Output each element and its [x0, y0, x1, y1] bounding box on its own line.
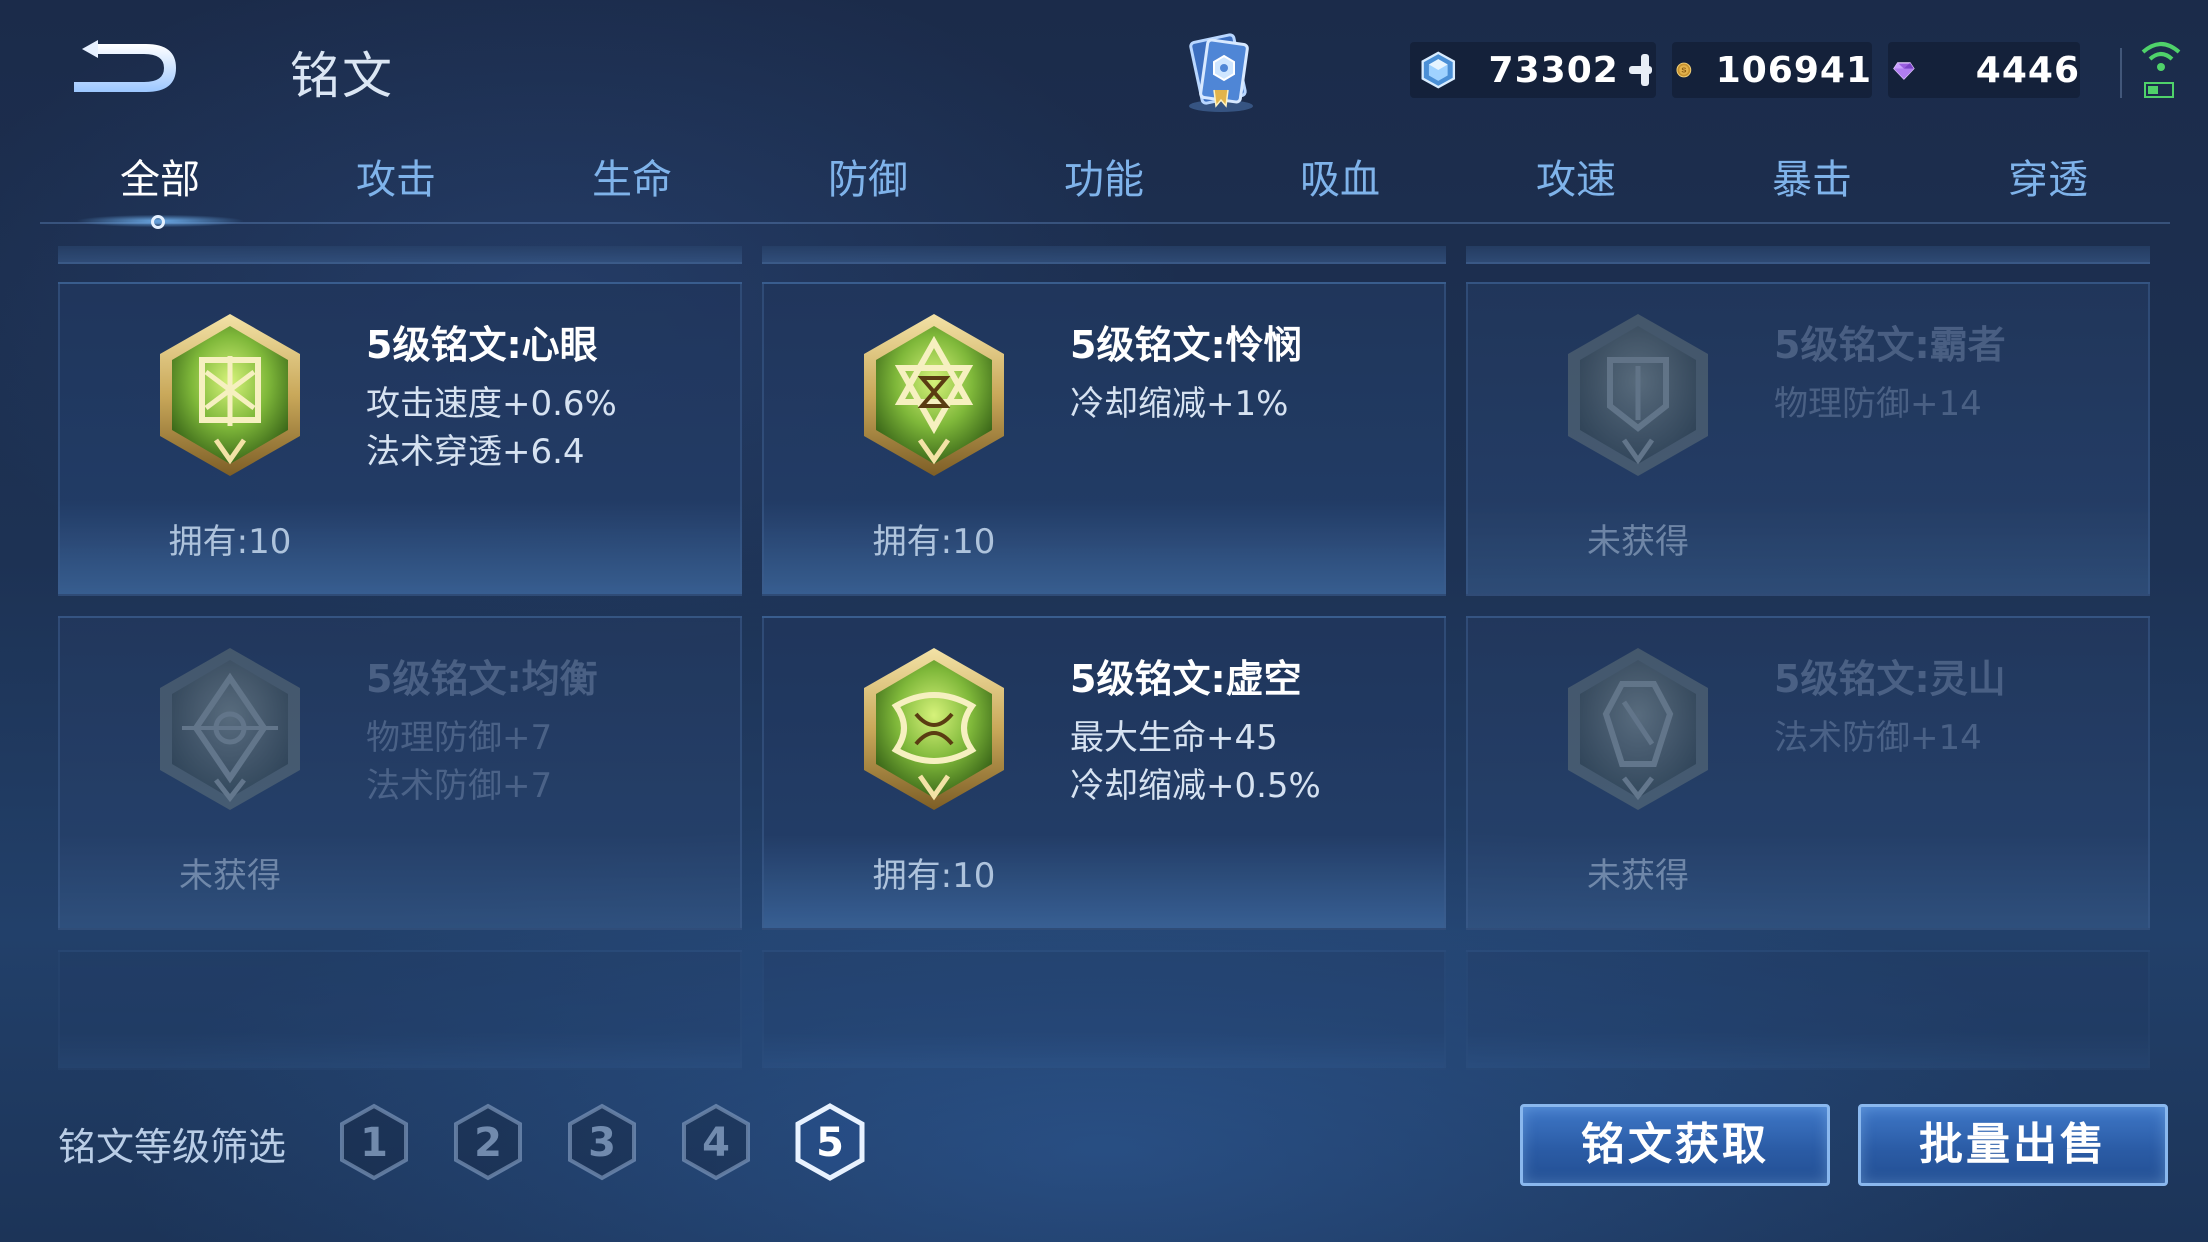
rune-stat: 最大生命+45 — [1070, 718, 1278, 758]
page-title: 铭文 — [290, 47, 394, 105]
level-filter-2[interactable]: 2 — [452, 1102, 524, 1182]
rune-owned-count: 拥有:10 — [168, 522, 292, 562]
rune-junheng-icon — [160, 648, 300, 810]
tab-underline — [40, 222, 2170, 224]
gold-currency: S 106941 — [1672, 42, 1872, 98]
rune-stat: 物理防御+14 — [1774, 384, 1982, 424]
rune-name: 5级铭文:均衡 — [366, 657, 598, 701]
tab-penetration[interactable]: 穿透 — [1948, 150, 2148, 210]
rune-owned-count: 拥有:10 — [872, 522, 996, 562]
rune-stat: 物理防御+7 — [366, 718, 553, 758]
level-number: 2 — [474, 1120, 502, 1166]
rune-lianmin-icon — [864, 314, 1004, 476]
gold-amount: 106941 — [1715, 49, 1872, 91]
wifi-icon — [2141, 42, 2181, 71]
level-filter-5[interactable]: 5 — [794, 1102, 866, 1182]
tab-critical[interactable]: 暴击 — [1712, 150, 1912, 210]
rune-xukong-icon — [864, 648, 1004, 810]
diamond-amount: 73302 — [1488, 49, 1619, 91]
tab-attack[interactable]: 攻击 — [296, 150, 496, 210]
rune-stat: 冷却缩减+1% — [1070, 384, 1289, 424]
rune-owned-count: 拥有:10 — [872, 856, 996, 896]
rune-locked-status: 未获得 — [1587, 522, 1689, 562]
acquire-rune-button[interactable]: 铭文获取 — [1520, 1104, 1830, 1186]
diamond-coupon-icon — [1421, 51, 1456, 89]
rune-card-bazhe[interactable]: 5级铭文:霸者 物理防御+14 未获得 — [1466, 282, 2150, 596]
status-divider — [2120, 48, 2122, 98]
level-number: 4 — [702, 1120, 730, 1166]
rune-lingshan-icon — [1568, 648, 1708, 810]
rune-stat: 法术防御+7 — [366, 766, 553, 806]
back-arrow-icon[interactable] — [68, 38, 184, 96]
rune-bazhe-icon — [1568, 314, 1708, 476]
rune-card-junheng[interactable]: 5级铭文:均衡 物理防御+7 法术防御+7 未获得 — [58, 616, 742, 930]
level-filter-1[interactable]: 1 — [338, 1102, 410, 1182]
category-tabs: 全部 攻击 生命 防御 功能 吸血 攻速 暴击 穿透 — [40, 150, 2170, 224]
rune-card-partial[interactable] — [58, 950, 742, 1070]
diamond-currency: 73302 — [1410, 42, 1656, 98]
rune-card-xukong[interactable]: 5级铭文:虚空 最大生命+45 冷却缩减+0.5% 拥有:10 — [762, 616, 1446, 930]
svg-text:S: S — [1681, 66, 1686, 75]
purple-gem-icon — [1893, 62, 1915, 80]
battery-icon — [2144, 82, 2174, 98]
rune-stat: 冷却缩减+0.5% — [1070, 766, 1321, 806]
tab-health[interactable]: 生命 — [532, 150, 732, 210]
tab-attack-speed[interactable]: 攻速 — [1476, 150, 1676, 210]
add-currency-button[interactable] — [1625, 50, 1656, 90]
rune-locked-status: 未获得 — [1587, 856, 1689, 896]
rune-name: 5级铭文:心眼 — [366, 323, 598, 367]
card-strip — [58, 246, 742, 264]
active-tab-indicator — [151, 215, 165, 229]
bulk-sell-button[interactable]: 批量出售 — [1858, 1104, 2168, 1186]
level-filter-3[interactable]: 3 — [566, 1102, 638, 1182]
gem-currency: 4446 — [1888, 42, 2080, 98]
level-filter-label: 铭文等级筛选 — [58, 1125, 287, 1169]
rune-name: 5级铭文:灵山 — [1774, 657, 2006, 701]
rune-stat: 攻击速度+0.6% — [366, 384, 617, 424]
rune-card-partial[interactable] — [762, 950, 1446, 1070]
tab-all[interactable]: 全部 — [60, 150, 260, 210]
level-filter-4[interactable]: 4 — [680, 1102, 752, 1182]
card-strip — [762, 246, 1446, 264]
rune-book-icon[interactable] — [1176, 28, 1266, 118]
level-number: 5 — [816, 1120, 844, 1166]
tab-function[interactable]: 功能 — [1004, 150, 1204, 210]
level-number: 1 — [360, 1120, 388, 1166]
rune-card-partial[interactable] — [1466, 950, 2150, 1070]
rune-name: 5级铭文:虚空 — [1070, 657, 1302, 701]
level-number: 3 — [588, 1120, 616, 1166]
rune-name: 5级铭文:怜悯 — [1070, 323, 1302, 367]
gem-amount: 4446 — [1975, 49, 2080, 91]
gold-coin-icon: S — [1676, 62, 1692, 78]
tab-defense[interactable]: 防御 — [768, 150, 968, 210]
rune-stat: 法术防御+14 — [1774, 718, 1982, 758]
rune-card-lingshan[interactable]: 5级铭文:灵山 法术防御+14 未获得 — [1466, 616, 2150, 930]
card-strip — [1466, 246, 2150, 264]
rune-name: 5级铭文:霸者 — [1774, 323, 2006, 367]
tab-lifesteal[interactable]: 吸血 — [1240, 150, 1440, 210]
rune-stat: 法术穿透+6.4 — [366, 432, 585, 472]
rune-xinyan-icon — [160, 314, 300, 476]
rune-locked-status: 未获得 — [179, 856, 281, 896]
rune-card-lianmin[interactable]: 5级铭文:怜悯 冷却缩减+1% 拥有:10 — [762, 282, 1446, 596]
rune-card-xinyan[interactable]: 5级铭文:心眼 攻击速度+0.6% 法术穿透+6.4 拥有:10 — [58, 282, 742, 596]
